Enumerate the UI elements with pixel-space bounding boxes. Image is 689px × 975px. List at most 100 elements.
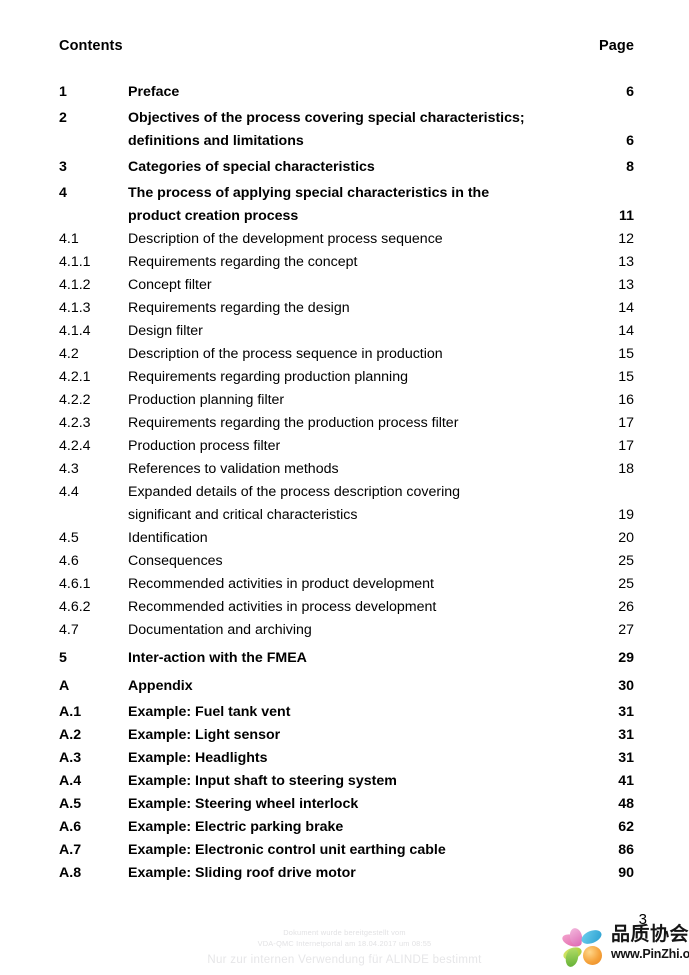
toc-entry[interactable]: 3 Categories of special characteristics 8 xyxy=(59,156,634,179)
toc-entry[interactable]: A.8 Example: Sliding roof drive motor 90 xyxy=(59,862,634,885)
toc-entry[interactable]: 4.2.4 Production process filter 17 xyxy=(59,435,634,458)
toc-entry-number: 4.1 xyxy=(59,231,79,247)
toc-entry-page: 17 xyxy=(618,438,634,454)
toc-entry[interactable]: A.4 Example: Input shaft to steering syst… xyxy=(59,770,634,793)
toc-entry-page: 25 xyxy=(618,553,634,569)
toc-entry[interactable]: 4.7 Documentation and archiving 27 xyxy=(59,619,634,642)
toc-entry-page: 8 xyxy=(626,159,634,175)
toc-entry-number: 4.3 xyxy=(59,461,79,477)
toc-entry-page: 13 xyxy=(618,277,634,293)
toc-entry[interactable]: 5 Inter-action with the FMEA 29 xyxy=(59,647,634,670)
toc-entry-title-line1: Requirements regarding the production pr… xyxy=(128,415,459,431)
toc-entry-title: Description of the process sequence in p… xyxy=(128,343,588,366)
logo-url: www.PinZhi.org xyxy=(611,947,689,961)
toc-entry-page: 15 xyxy=(618,369,634,385)
toc-entry-title-line1: Production planning filter xyxy=(128,392,285,408)
toc-entry[interactable]: A Appendix 30 xyxy=(59,675,634,698)
page-column-heading: Page xyxy=(598,38,634,54)
toc-entry[interactable]: 4.6 Consequences 25 xyxy=(59,550,634,573)
toc-entry[interactable]: 4.1.1 Requirements regarding the concept 1… xyxy=(59,251,634,274)
toc-entry-title: Concept filter xyxy=(128,274,588,297)
toc-entry[interactable]: A.3 Example: Headlights 31 xyxy=(59,747,634,770)
toc-entry[interactable]: 4.2.3 Requirements regarding the producti… xyxy=(59,412,634,435)
toc-entry[interactable]: A.1 Example: Fuel tank vent 31 xyxy=(59,701,634,724)
toc-entry-page: 86 xyxy=(618,842,634,858)
toc-entry[interactable]: A.7 Example: Electronic control unit eart… xyxy=(59,839,634,862)
toc-entry[interactable]: 4.6.2 Recommended activities in process d… xyxy=(59,596,634,619)
toc-entry-number: A.7 xyxy=(59,842,82,858)
contents-heading: Contents xyxy=(59,38,123,54)
toc-entry-title-line1: Example: Sliding roof drive motor xyxy=(128,865,356,881)
toc-entry-title-line1: Recommended activities in process develo… xyxy=(128,599,437,615)
toc-entry[interactable]: 4.1 Description of the development proces… xyxy=(59,228,634,251)
toc-entry-page: 41 xyxy=(618,773,634,789)
toc-entry-title: Design filter xyxy=(128,320,588,343)
toc-entry[interactable]: 4.2 Description of the process sequence i… xyxy=(59,343,634,366)
toc-entry-title: References to validation methods xyxy=(128,458,588,481)
toc-entry-title: Identification xyxy=(128,527,588,550)
toc-entry-title-line1: Requirements regarding the concept xyxy=(128,254,358,270)
toc-entry-number: 4.1.3 xyxy=(59,300,91,316)
toc-entry-title-line1: Example: Electric parking brake xyxy=(128,819,344,835)
toc-entry-title-line1: Example: Input shaft to steering system xyxy=(128,773,397,789)
toc-entry-title-line1: Requirements regarding production planni… xyxy=(128,369,408,385)
toc-entry-title: Requirements regarding the production pr… xyxy=(128,412,588,435)
toc-entry-number: 1 xyxy=(59,84,67,100)
toc-entry-number: 4.2.1 xyxy=(59,369,91,385)
toc-entry-page: 26 xyxy=(618,599,634,615)
toc-entry[interactable]: 4.2.1 Requirements regarding production p… xyxy=(59,366,634,389)
document-page: Contents Page 1 Preface 6 2 Objectives of th… xyxy=(0,0,689,975)
toc-entry-title: Categories of special characteristics xyxy=(128,156,588,179)
toc-entry[interactable]: 4.2.2 Production planning filter 16 xyxy=(59,389,634,412)
flower-petals-icon xyxy=(560,926,607,970)
toc-entry[interactable]: 4.1.4 Design filter 14 xyxy=(59,320,634,343)
toc-entry[interactable]: A.6 Example: Electric parking brake 62 xyxy=(59,816,634,839)
toc-entry[interactable]: A.5 Example: Steering wheel interlock 48 xyxy=(59,793,634,816)
toc-entry-title: Example: Electric parking brake xyxy=(128,816,588,839)
toc-entry-title-line2: significant and critical characteristics xyxy=(128,507,358,523)
toc-entry[interactable]: 4.5 Identification 20 xyxy=(59,527,634,550)
toc-entry-title: The process of applying special characte… xyxy=(128,182,588,228)
toc-entry-number: 5 xyxy=(59,650,67,666)
toc-entry-number: A xyxy=(59,678,70,694)
toc-entry[interactable]: 4.1.2 Concept filter 13 xyxy=(59,274,634,297)
toc-entry-title-line1: Description of the development process s… xyxy=(128,231,443,247)
toc-entry-title: Recommended activities in product develo… xyxy=(128,573,588,596)
toc-entry-number: 4.1.2 xyxy=(59,277,91,293)
toc-entry-page: 12 xyxy=(618,231,634,247)
toc-entry-title: Production process filter xyxy=(128,435,588,458)
toc-entry-list: 1 Preface 6 2 Objectives of the process cove… xyxy=(59,78,634,885)
toc-entry-number: 4.2.2 xyxy=(59,392,91,408)
toc-entry-page: 11 xyxy=(619,208,634,224)
petal-orange-icon xyxy=(583,946,602,965)
toc-entry-page: 27 xyxy=(618,622,634,638)
toc-entry[interactable]: 4.1.3 Requirements regarding the design 14 xyxy=(59,297,634,320)
toc-entry-page: 48 xyxy=(618,796,634,812)
toc-entry-title: Requirements regarding the concept xyxy=(128,251,588,274)
toc-entry[interactable]: 4.4 Expanded details of the process descr… xyxy=(59,481,634,527)
toc-entry-number: A.2 xyxy=(59,727,82,743)
toc-entry-title-line1: Inter-action with the FMEA xyxy=(128,650,307,666)
toc-entry-number: A.6 xyxy=(59,819,82,835)
toc-entry-number: 4.1.1 xyxy=(59,254,91,270)
toc-entry[interactable]: 1 Preface 6 xyxy=(59,81,634,104)
toc-entry[interactable]: 2 Objectives of the process covering spec… xyxy=(59,107,634,153)
toc-entry-title: Example: Light sensor xyxy=(128,724,588,747)
toc-entry[interactable]: 4.6.1 Recommended activities in product d… xyxy=(59,573,634,596)
toc-entry[interactable]: 4.3 References to validation methods 18 xyxy=(59,458,634,481)
toc-entry-page: 16 xyxy=(618,392,634,408)
toc-entry-title-line1: Example: Electronic control unit earthin… xyxy=(128,842,446,858)
toc-entry-title-line1: Example: Light sensor xyxy=(128,727,281,743)
toc-entry[interactable]: A.2 Example: Light sensor 31 xyxy=(59,724,634,747)
toc-entry-title-line1: Identification xyxy=(128,530,208,546)
toc-entry-number: 4.2.3 xyxy=(59,415,91,431)
toc-entry-title-line1: Description of the process sequence in p… xyxy=(128,346,443,362)
toc-entry-title-line1: The process of applying special characte… xyxy=(128,185,490,201)
toc-entry-title: Description of the development process s… xyxy=(128,228,588,251)
toc-header-row: Contents Page xyxy=(59,38,634,54)
toc-entry-title: Consequences xyxy=(128,550,588,573)
toc-entry[interactable]: 4 The process of applying special charact… xyxy=(59,182,634,228)
toc-entry-number: 2 xyxy=(59,110,67,126)
toc-entry-page: 6 xyxy=(626,84,634,100)
toc-entry-number: 4.2 xyxy=(59,346,79,362)
